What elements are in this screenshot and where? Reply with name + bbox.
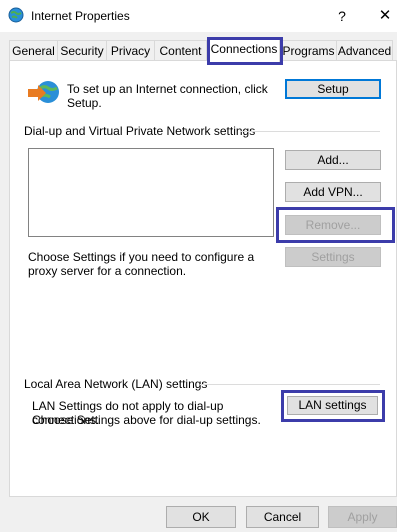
tab-security[interactable]: Security: [57, 40, 107, 61]
close-button[interactable]: ✕: [373, 4, 397, 28]
settings-button[interactable]: Settings: [285, 247, 381, 267]
ok-button[interactable]: OK: [166, 506, 236, 528]
lan-description-line2: Choose Settings above for dial-up settin…: [32, 413, 261, 427]
help-button[interactable]: ?: [330, 4, 354, 28]
connections-listbox[interactable]: [28, 148, 274, 237]
tab-programs[interactable]: Programs: [280, 40, 337, 61]
network-setup-icon: [26, 79, 60, 107]
add-vpn-button[interactable]: Add VPN...: [285, 182, 381, 202]
add-button[interactable]: Add...: [285, 150, 381, 170]
tab-connections[interactable]: Connections: [208, 38, 280, 62]
remove-button[interactable]: Remove...: [285, 215, 381, 235]
lan-group-heading: Local Area Network (LAN) settings: [24, 377, 208, 391]
apply-button[interactable]: Apply: [328, 506, 397, 528]
tab-content[interactable]: Content: [154, 40, 207, 61]
lan-group-divider: [200, 384, 380, 385]
vpn-group-divider: [240, 131, 380, 132]
cancel-button[interactable]: Cancel: [246, 506, 319, 528]
vpn-group-heading: Dial-up and Virtual Private Network sett…: [24, 124, 256, 138]
tab-advanced[interactable]: Advanced: [336, 40, 393, 61]
setup-description: To set up an Internet connection, click …: [67, 82, 268, 110]
internet-globe-icon: [8, 7, 24, 23]
window-title: Internet Properties: [31, 9, 130, 23]
tab-privacy[interactable]: Privacy: [106, 40, 155, 61]
tab-general[interactable]: General: [9, 40, 58, 61]
setup-button[interactable]: Setup: [285, 79, 381, 99]
lan-settings-button[interactable]: LAN settings: [287, 396, 378, 415]
proxy-description: Choose Settings if you need to configure…: [28, 250, 255, 278]
